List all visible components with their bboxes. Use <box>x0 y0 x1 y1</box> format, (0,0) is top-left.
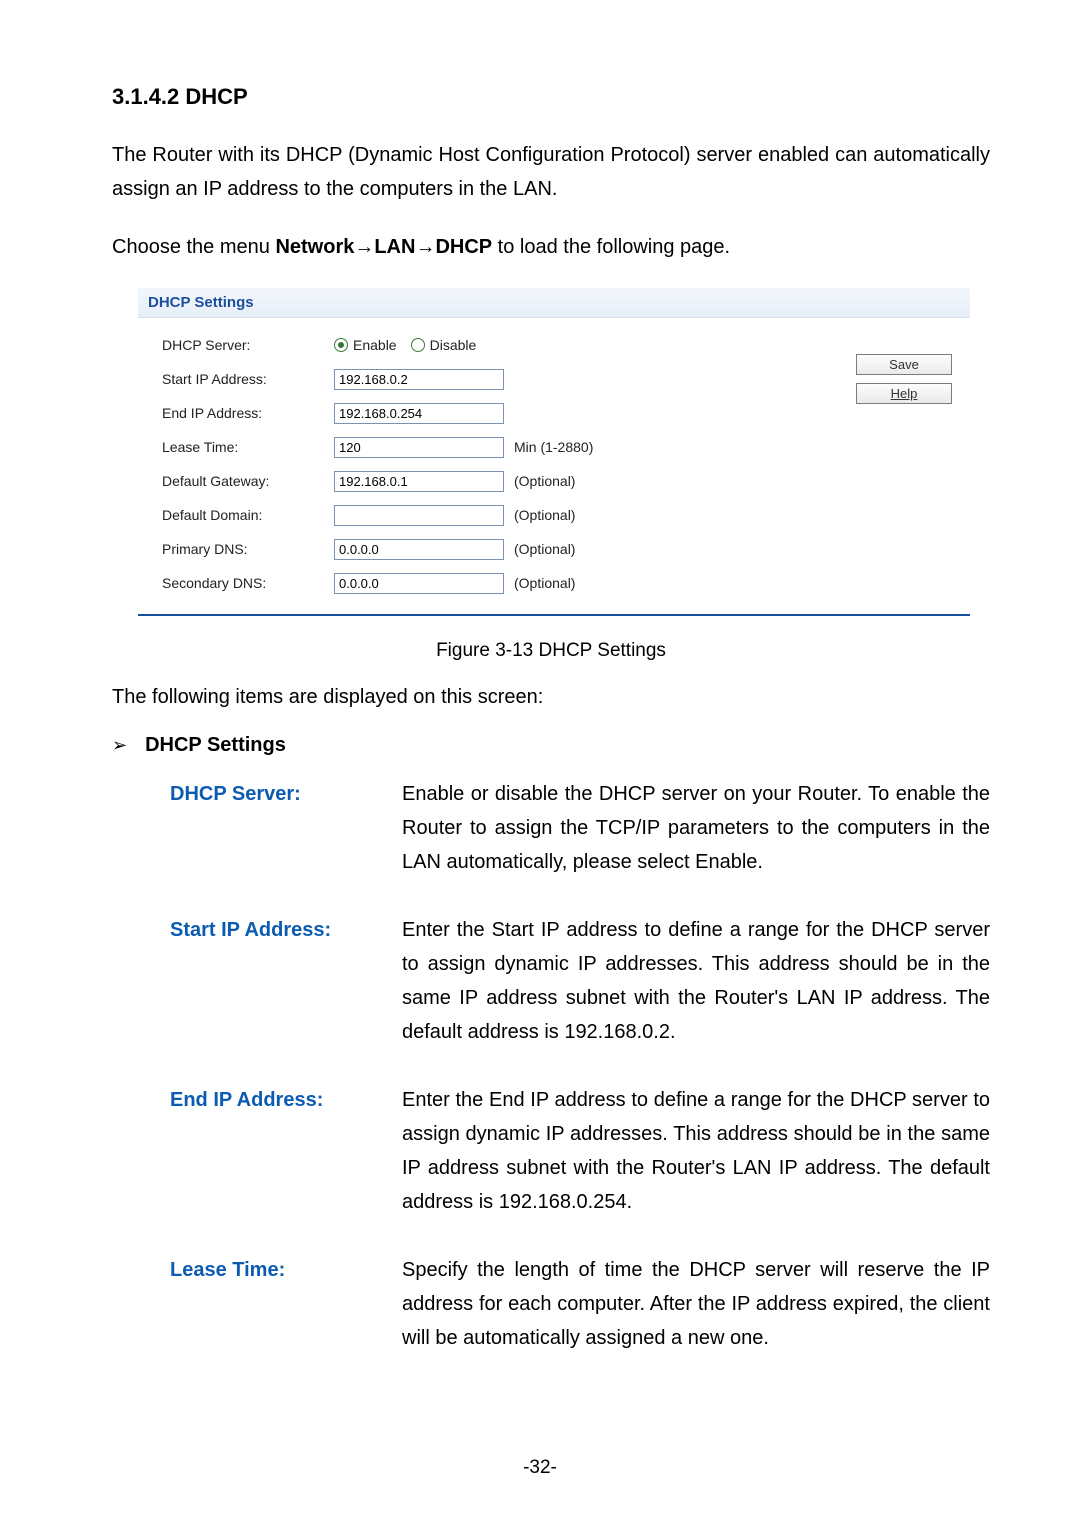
row-lease-time: Lease Time: Min (1-2880) <box>162 430 802 464</box>
figure-caption: Figure 3-13 DHCP Settings <box>112 640 990 662</box>
definitions: DHCP Server: Enable or disable the DHCP … <box>170 777 990 1355</box>
def-start-ip-text: Enter the Start IP address to define a r… <box>402 913 990 1049</box>
bullet-glyph-icon: ➢ <box>112 735 127 756</box>
nav-path: Network→LAN→DHCP <box>275 236 492 258</box>
label-dhcp-server: DHCP Server: <box>162 337 334 353</box>
def-dhcp-server: DHCP Server: Enable or disable the DHCP … <box>170 777 990 879</box>
input-default-gateway[interactable] <box>334 471 504 492</box>
row-primary-dns: Primary DNS: (Optional) <box>162 532 802 566</box>
input-end-ip[interactable] <box>334 403 504 424</box>
label-lease-time: Lease Time: <box>162 439 334 455</box>
label-default-domain: Default Domain: <box>162 507 334 523</box>
input-default-domain[interactable] <box>334 505 504 526</box>
bullet-title: DHCP Settings <box>145 734 286 757</box>
displayed-items-text: The following items are displayed on thi… <box>112 680 990 714</box>
row-start-ip: Start IP Address: <box>162 362 802 396</box>
dhcp-panel: DHCP Settings DHCP Server: Enable Disabl… <box>138 288 970 616</box>
note-secondary-dns: (Optional) <box>514 575 575 591</box>
help-button[interactable]: Help <box>856 383 952 404</box>
def-end-ip-text: Enter the End IP address to define a ran… <box>402 1083 990 1219</box>
def-lease-time: Lease Time: Specify the length of time t… <box>170 1253 990 1355</box>
dhcp-figure: DHCP Settings DHCP Server: Enable Disabl… <box>138 288 990 616</box>
def-start-ip: Start IP Address: Enter the Start IP add… <box>170 913 990 1049</box>
label-start-ip: Start IP Address: <box>162 371 334 387</box>
section-heading: 3.1.4.2 DHCP <box>112 84 990 110</box>
form-column: DHCP Server: Enable Disable Start IP Add… <box>162 328 802 600</box>
nav-prefix: Choose the menu <box>112 236 275 258</box>
radio-disable[interactable]: Disable <box>411 337 477 353</box>
radio-enable-dot-icon <box>334 338 348 352</box>
def-lease-time-text: Specify the length of time the DHCP serv… <box>402 1253 990 1355</box>
page-number: -32- <box>0 1457 1080 1479</box>
def-end-ip: End IP Address: Enter the End IP address… <box>170 1083 990 1219</box>
label-secondary-dns: Secondary DNS: <box>162 575 334 591</box>
row-default-gateway: Default Gateway: (Optional) <box>162 464 802 498</box>
input-start-ip[interactable] <box>334 369 504 390</box>
def-dhcp-server-text: Enable or disable the DHCP server on you… <box>402 777 990 879</box>
def-lease-time-label: Lease Time: <box>170 1253 402 1355</box>
note-lease-time: Min (1-2880) <box>514 439 593 455</box>
def-end-ip-label: End IP Address: <box>170 1083 402 1219</box>
nav-suffix: to load the following page. <box>492 236 730 258</box>
input-secondary-dns[interactable] <box>334 573 504 594</box>
note-primary-dns: (Optional) <box>514 541 575 557</box>
row-end-ip: End IP Address: <box>162 396 802 430</box>
panel-title: DHCP Settings <box>138 288 970 318</box>
radio-disable-dot-icon <box>411 338 425 352</box>
row-default-domain: Default Domain: (Optional) <box>162 498 802 532</box>
radio-disable-label: Disable <box>430 337 477 353</box>
def-dhcp-server-label: DHCP Server: <box>170 777 402 879</box>
intro-paragraph: The Router with its DHCP (Dynamic Host C… <box>112 138 990 206</box>
label-end-ip: End IP Address: <box>162 405 334 421</box>
row-dhcp-server: DHCP Server: Enable Disable <box>162 328 802 362</box>
input-primary-dns[interactable] <box>334 539 504 560</box>
note-default-gateway: (Optional) <box>514 473 575 489</box>
input-lease-time[interactable] <box>334 437 504 458</box>
bullet-dhcp-settings: ➢ DHCP Settings <box>112 734 990 757</box>
menu-path: Choose the menu Network→LAN→DHCP to load… <box>112 230 990 264</box>
label-primary-dns: Primary DNS: <box>162 541 334 557</box>
def-start-ip-label: Start IP Address: <box>170 913 402 1049</box>
row-secondary-dns: Secondary DNS: (Optional) <box>162 566 802 600</box>
button-column: Save Help <box>802 328 952 600</box>
save-button[interactable]: Save <box>856 354 952 375</box>
radio-enable-label: Enable <box>353 337 397 353</box>
radio-enable[interactable]: Enable <box>334 337 397 353</box>
label-default-gateway: Default Gateway: <box>162 473 334 489</box>
panel-body: DHCP Server: Enable Disable Start IP Add… <box>138 318 970 614</box>
note-default-domain: (Optional) <box>514 507 575 523</box>
